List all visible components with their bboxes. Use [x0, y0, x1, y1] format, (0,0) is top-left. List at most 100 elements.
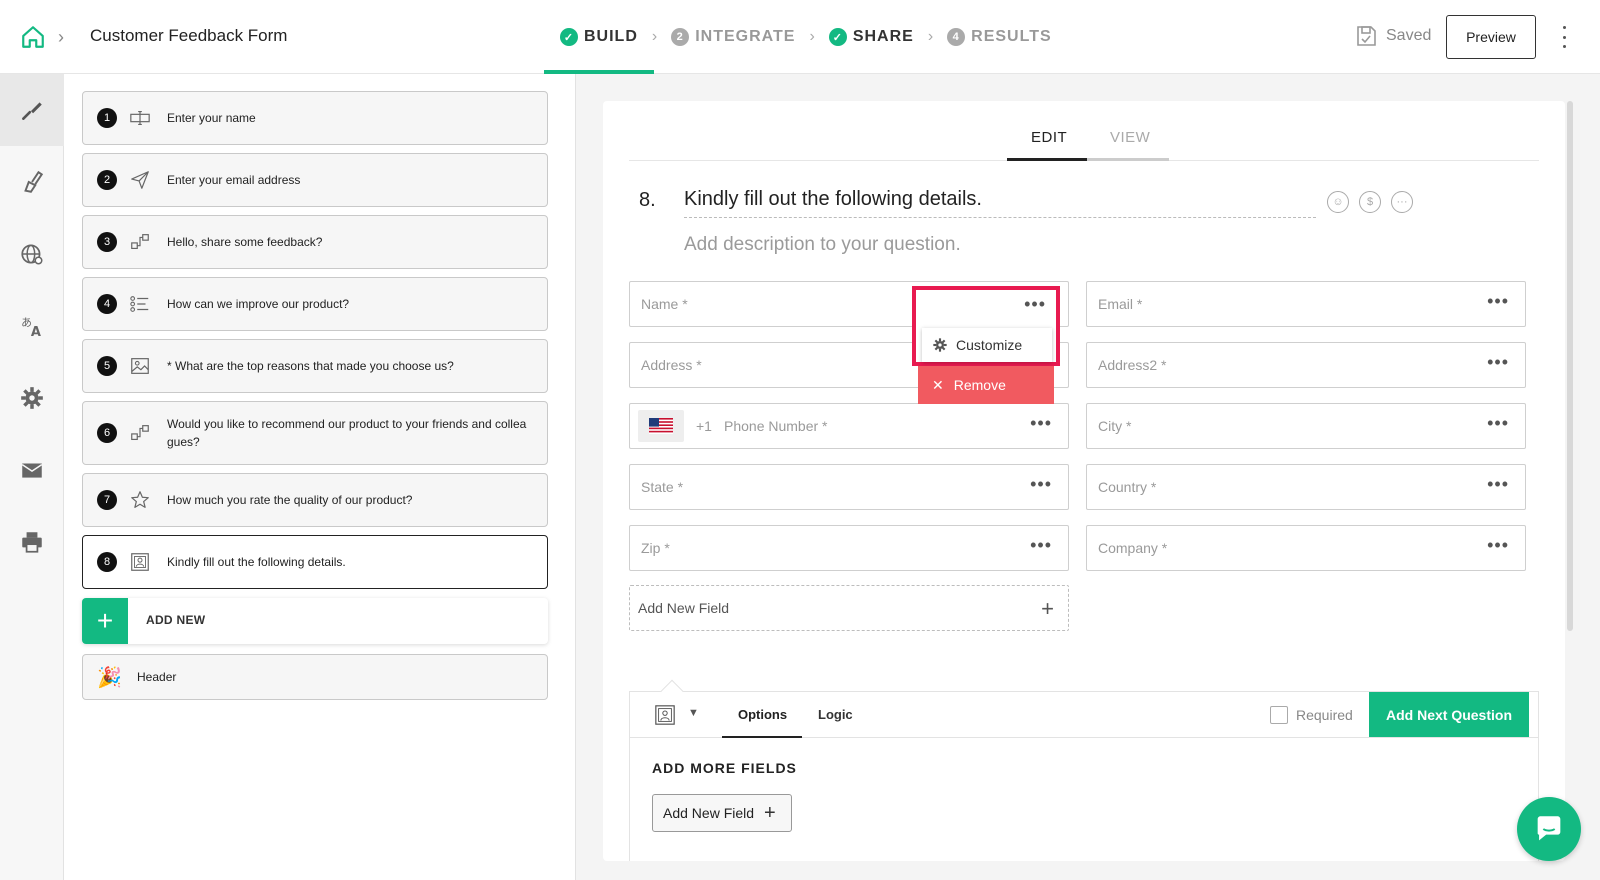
svg-text:A: A [31, 325, 41, 339]
flow-icon [131, 425, 149, 441]
step-build[interactable]: ✓ BUILD [544, 0, 654, 74]
header-item-label: Header [137, 670, 177, 684]
phone-field[interactable]: +1 Phone Number * ••• [629, 403, 1069, 449]
more-horizontal-icon[interactable]: ••• [1030, 475, 1052, 493]
question-item-6[interactable]: 6 Would you like to recommend our produc… [82, 401, 548, 465]
editor-scrollbar[interactable] [1567, 101, 1573, 631]
more-horizontal-icon[interactable]: ••• [1024, 294, 1046, 315]
customize-label: Customize [956, 337, 1023, 353]
gear-icon [21, 387, 43, 409]
question-item-4[interactable]: 4 How can we improve our product? [82, 277, 548, 331]
question-tools: ☺ $ ··· [1327, 191, 1413, 213]
step-results[interactable]: 4 RESULTS [947, 0, 1051, 74]
home-icon[interactable] [20, 24, 46, 50]
more-horizontal-icon[interactable]: ••• [1487, 475, 1509, 493]
tab-options[interactable]: Options [738, 707, 787, 722]
question-number: 8. [639, 189, 656, 211]
address2-field[interactable]: Address2 * ••• [1086, 342, 1526, 388]
step-integrate[interactable]: 2 INTEGRATE [671, 0, 795, 74]
step-build-label: BUILD [584, 28, 638, 45]
rail-print[interactable] [0, 506, 64, 578]
question-description-input[interactable]: Add description to your question. [684, 234, 961, 256]
rail-design[interactable] [0, 146, 64, 218]
more-horizontal-icon[interactable]: ••• [1487, 414, 1509, 432]
more-horizontal-icon[interactable]: ··· [1391, 191, 1413, 213]
company-field[interactable]: Company * ••• [1086, 525, 1526, 571]
question-number: 6 [97, 423, 117, 443]
question-item-2[interactable]: 2 Enter your email address [82, 153, 548, 207]
more-vertical-icon[interactable] [1556, 26, 1572, 48]
editor-tabs: EDIT VIEW [629, 121, 1539, 161]
rail-settings[interactable] [0, 362, 64, 434]
form-title[interactable]: Customer Feedback Form [90, 26, 287, 46]
add-new-field-label: Add New Field [663, 805, 755, 821]
question-item-5[interactable]: 5 * What are the top reasons that made y… [82, 339, 548, 393]
text-input-icon [130, 110, 150, 126]
contact-card-icon [131, 553, 149, 571]
question-item-8[interactable]: 8 Kindly fill out the following details. [82, 535, 548, 589]
dial-code: +1 [696, 418, 712, 434]
field-label: Email * [1098, 296, 1143, 312]
active-tab-indicator [1007, 158, 1087, 161]
tab-logic[interactable]: Logic [818, 707, 853, 722]
email-field[interactable]: Email * ••• [1086, 281, 1526, 327]
city-field[interactable]: City * ••• [1086, 403, 1526, 449]
question-number: 7 [97, 490, 117, 510]
more-horizontal-icon[interactable]: ••• [1487, 353, 1509, 371]
preview-button[interactable]: Preview [1446, 15, 1536, 59]
dollar-icon[interactable]: $ [1359, 191, 1381, 213]
header-item[interactable]: 🎉 Header [82, 654, 548, 700]
rail-translate[interactable]: あA [0, 290, 64, 362]
more-horizontal-icon[interactable]: ••• [1030, 414, 1052, 432]
tab-edit[interactable]: EDIT [1031, 129, 1067, 146]
rail-language[interactable] [0, 218, 64, 290]
rail-email[interactable] [0, 434, 64, 506]
chat-widget-button[interactable] [1517, 797, 1581, 861]
party-popper-icon: 🎉 [97, 667, 122, 689]
chevron-right-icon: › [927, 28, 934, 45]
question-number: 5 [97, 356, 117, 376]
checkbox-icon[interactable] [1270, 706, 1288, 724]
question-text: How much you rate the quality of our pro… [167, 493, 413, 507]
close-icon: ✕ [932, 376, 944, 393]
more-horizontal-icon[interactable]: ••• [1030, 536, 1052, 554]
smiley-icon[interactable]: ☺ [1327, 191, 1349, 213]
add-new-field-button[interactable]: Add New Field + [652, 794, 792, 832]
contact-card-icon[interactable] [654, 704, 676, 726]
add-next-question-button[interactable]: Add Next Question [1369, 692, 1529, 737]
field-label: Name * [641, 296, 688, 312]
required-toggle[interactable]: Required [1270, 706, 1353, 724]
step-share[interactable]: ✓ SHARE [828, 0, 914, 74]
country-flag-selector[interactable] [638, 410, 684, 442]
question-item-1[interactable]: 1 Enter your name [82, 91, 548, 145]
add-new-field-slot[interactable]: Add New Field + [629, 585, 1069, 631]
state-field[interactable]: State * ••• [629, 464, 1069, 510]
field-label: Phone Number * [724, 418, 828, 434]
caret-down-icon[interactable]: ▼ [688, 707, 699, 719]
question-text: Enter your email address [167, 173, 301, 187]
question-title-input[interactable]: Kindly fill out the following details. [684, 188, 1316, 218]
chevron-right-icon: › [809, 28, 815, 45]
remove-menu-item[interactable]: ✕ Remove [918, 366, 1054, 404]
field-label: Country * [1098, 479, 1157, 495]
question-list-panel: 1 Enter your name 2 Enter your email add… [64, 74, 576, 880]
question-item-3[interactable]: 3 Hello, share some feedback? [82, 215, 548, 269]
more-horizontal-icon[interactable]: ••• [1487, 292, 1509, 310]
customize-menu-item[interactable]: Customize [922, 328, 1052, 362]
inactive-tab-indicator [1087, 158, 1169, 161]
zip-field[interactable]: Zip * ••• [629, 525, 1069, 571]
chevron-right-icon: › [58, 27, 64, 47]
brush-icon [22, 102, 42, 120]
required-label: Required [1296, 707, 1353, 723]
country-field[interactable]: Country * ••• [1086, 464, 1526, 510]
plus-icon: + [764, 801, 776, 824]
print-icon [22, 532, 42, 553]
star-icon [131, 491, 149, 508]
rail-build[interactable] [0, 74, 64, 146]
tab-view[interactable]: VIEW [1110, 129, 1150, 146]
question-text: Enter your name [167, 111, 256, 125]
us-flag-icon [649, 418, 673, 434]
question-item-7[interactable]: 7 How much you rate the quality of our p… [82, 473, 548, 527]
add-new-question-button[interactable]: + ADD NEW [82, 598, 548, 644]
more-horizontal-icon[interactable]: ••• [1487, 536, 1509, 554]
